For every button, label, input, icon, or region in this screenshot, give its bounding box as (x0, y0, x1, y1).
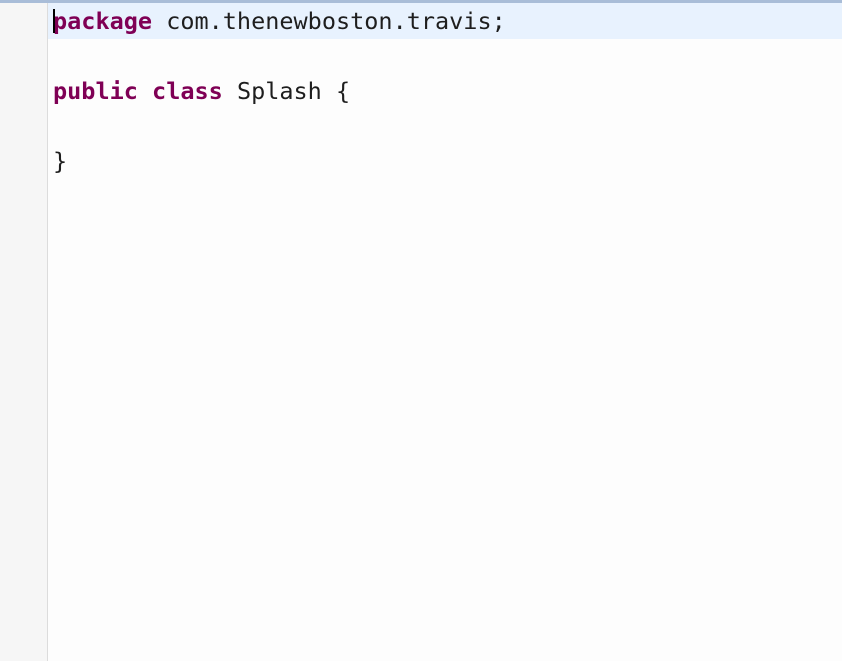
code-line-2[interactable]: public class Splash { (53, 73, 350, 109)
code-editor[interactable]: package com.thenewboston.travis; public … (0, 0, 842, 661)
keyword-public: public (53, 77, 138, 105)
keyword-package: package (53, 7, 153, 35)
editor-gutter[interactable] (0, 3, 48, 661)
code-line-3[interactable]: } (53, 143, 67, 179)
closing-brace: } (53, 147, 68, 175)
keyword-class: class (152, 77, 223, 105)
code-line-1[interactable]: package com.thenewboston.travis; (53, 3, 506, 39)
class-declaration: Splash { (222, 77, 351, 105)
package-name: com.thenewboston.travis; (152, 7, 506, 35)
text-caret (53, 9, 55, 33)
code-area[interactable]: package com.thenewboston.travis; public … (53, 0, 506, 175)
